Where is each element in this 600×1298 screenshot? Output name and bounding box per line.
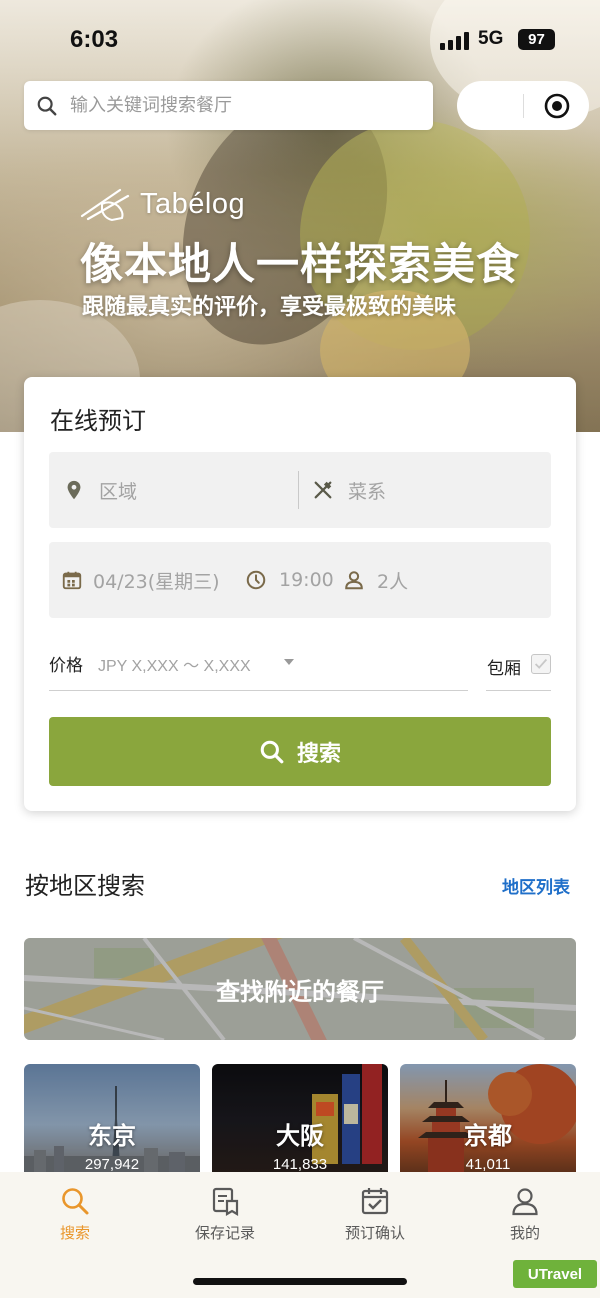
watermark-logo: UTravel — [513, 1260, 597, 1288]
brand-name: Tabélog — [140, 187, 246, 220]
status-time: 6:03 — [70, 26, 119, 53]
city-count: 141,833 — [272, 1156, 328, 1173]
city-name: 大阪 — [276, 1122, 324, 1150]
search-icon — [37, 96, 57, 115]
tab-label: 预订确认 — [344, 1224, 405, 1242]
city-count: 41,011 — [465, 1156, 511, 1173]
price-select[interactable]: JPY X,XXX ～ X,XXX — [98, 652, 251, 676]
check-icon — [534, 658, 548, 669]
city-name: 京都 — [464, 1122, 512, 1150]
booking-title: 在线预订 — [50, 407, 146, 435]
search-button[interactable]: 搜索 — [49, 717, 551, 786]
nearby-restaurants-banner[interactable]: 查找附近的餐厅 — [24, 938, 576, 1040]
tab-search[interactable]: 搜索 — [25, 1186, 125, 1243]
people-field[interactable]: 2人 — [343, 542, 408, 618]
hero-subtitle: 跟随最真实的评价，享受最极致的美味 — [82, 295, 457, 320]
area-field[interactable]: 区域 — [63, 452, 137, 528]
chevron-down-icon[interactable] — [284, 659, 294, 665]
tab-label: 搜索 — [59, 1224, 90, 1242]
booking-card: 在线预订 区域 菜系 04/23(星期三) 19:00 2人 价格 JPY X,… — [24, 377, 576, 811]
city-name: 东京 — [88, 1122, 136, 1150]
status-bar: 6:03 5G 97 — [0, 0, 600, 80]
private-room-checkbox[interactable] — [531, 654, 551, 674]
saved-list-icon — [212, 1187, 239, 1216]
tab-saved[interactable]: 保存记录 — [175, 1186, 275, 1243]
network-type: 5G — [478, 28, 504, 49]
chopsticks-icon — [80, 188, 130, 222]
search-icon — [260, 740, 284, 763]
city-card-tokyo[interactable]: 东京 297,942 — [24, 1064, 200, 1174]
search-bar[interactable] — [24, 81, 433, 130]
search-input[interactable] — [70, 95, 400, 116]
area-list-link[interactable]: 地区列表 — [502, 873, 570, 898]
cuisine-field[interactable]: 菜系 — [312, 452, 386, 528]
search-icon — [62, 1188, 89, 1215]
user-icon — [512, 1188, 538, 1216]
battery-icon: 97 — [518, 29, 555, 50]
date-value: 04/23(星期三) — [93, 570, 220, 593]
date-time-people-row[interactable]: 04/23(星期三) 19:00 2人 — [49, 542, 551, 618]
area-placeholder: 区域 — [99, 480, 138, 503]
nearby-banner-label: 查找附近的餐厅 — [216, 977, 384, 1006]
close-target-icon[interactable] — [544, 93, 570, 119]
calendar-icon — [62, 571, 82, 590]
time-field[interactable]: 19:00 — [245, 542, 334, 618]
area-section-title: 按地区搜索 — [25, 872, 145, 900]
person-icon — [345, 571, 363, 590]
people-value: 2人 — [377, 570, 409, 593]
calendar-check-icon — [361, 1188, 389, 1215]
date-field[interactable]: 04/23(星期三) — [61, 542, 220, 618]
private-room-label: 包厢 — [487, 659, 521, 679]
city-card-osaka[interactable]: 大阪 141,833 — [212, 1064, 388, 1174]
cuisine-placeholder: 菜系 — [348, 480, 387, 503]
fork-knife-icon — [314, 481, 332, 499]
tab-label: 我的 — [509, 1224, 540, 1242]
brand-logo: Tabélog — [80, 186, 245, 222]
clock-icon — [246, 570, 266, 590]
mini-program-capsule[interactable] — [457, 81, 589, 130]
tab-reservation[interactable]: 预订确认 — [325, 1186, 425, 1243]
location-pin-icon — [67, 480, 81, 500]
area-cuisine-row: 区域 菜系 — [49, 452, 551, 528]
price-label: 价格 — [49, 656, 83, 676]
tab-profile[interactable]: 我的 — [475, 1186, 575, 1243]
signal-icon — [440, 32, 470, 50]
time-value: 19:00 — [279, 569, 334, 591]
home-indicator — [193, 1278, 407, 1285]
hero-banner: 6:03 5G 97 Tabélog 像本地人一样探索美食 跟随最 — [0, 0, 600, 432]
city-card-kyoto[interactable]: 京都 41,011 — [400, 1064, 576, 1174]
search-button-label: 搜索 — [296, 741, 341, 767]
hero-title: 像本地人一样探索美食 — [80, 240, 520, 290]
tab-label: 保存记录 — [194, 1224, 255, 1242]
city-count: 297,942 — [84, 1156, 140, 1173]
